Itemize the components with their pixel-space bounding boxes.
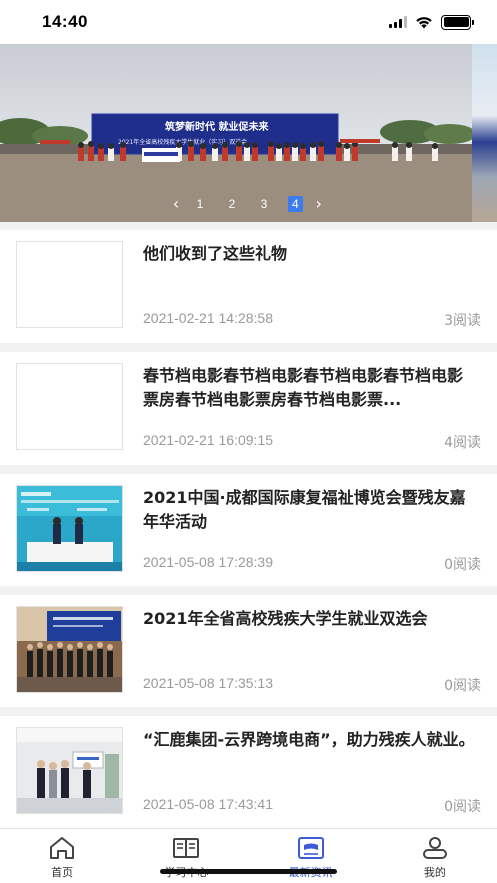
- news-title: 2021中国·成都国际康复福祉博览会暨残友嘉年华活动: [143, 488, 466, 531]
- cellular-signal-icon: [389, 16, 407, 28]
- tab-home[interactable]: 首页: [0, 829, 124, 883]
- news-title: 春节档电影春节档电影春节档电影春节档电影票房春节档电影票房春节档电影票...: [143, 366, 464, 409]
- status-time: 14:40: [42, 12, 88, 31]
- news-date: 2021-05-08 17:43:41: [143, 796, 273, 812]
- news-item[interactable]: 2021年全省高校残疾大学生就业双选会 2021-05-08 17:35:13 …: [0, 595, 497, 707]
- banner-carousel[interactable]: 筑梦新时代 就业促未来 2021年全省高校残疾大学生就业（实习）双选会 ‹ 1 …: [0, 44, 497, 222]
- office-photo: [16, 727, 123, 814]
- home-indicator[interactable]: [160, 869, 337, 874]
- pager-page-1[interactable]: 1: [184, 197, 216, 211]
- banner-slogan-text: 筑梦新时代 就业促未来: [165, 120, 269, 133]
- pager-page-2[interactable]: 2: [216, 197, 248, 211]
- news-item[interactable]: 2021中国·成都国际康复福祉博览会暨残友嘉年华活动 2021-05-08 17…: [0, 474, 497, 586]
- news-list: 他们收到了这些礼物 2021-02-21 14:28:58 3阅读 春节档电影春…: [0, 230, 497, 837]
- news-read-count: 4阅读: [444, 435, 481, 451]
- news-date: 2021-02-21 14:28:58: [143, 310, 273, 326]
- news-date: 2021-02-21 16:09:15: [143, 432, 273, 448]
- news-item[interactable]: 他们收到了这些礼物 2021-02-21 14:28:58 3阅读: [0, 230, 497, 343]
- tab-label: 首页: [51, 866, 74, 879]
- status-icons: [389, 14, 474, 30]
- group-photo: [16, 606, 123, 693]
- app-screen: 14:40 筑梦新时代 就业促未来 2021年全省高校残疾大学生就业（实习）双选…: [0, 0, 497, 883]
- pager-page-4[interactable]: 4: [288, 195, 303, 212]
- news-title: “汇鹿集团-云界跨境电商”，助力残疾人就业。: [143, 730, 475, 749]
- home-icon: [50, 837, 75, 859]
- news-item[interactable]: “汇鹿集团-云界跨境电商”，助力残疾人就业。 2021-05-08 17:43:…: [0, 716, 497, 828]
- news-thumbnail-blank: [16, 363, 123, 450]
- banner-next-slide-peek: [472, 44, 497, 222]
- tab-latest-news[interactable]: 最新资讯: [249, 829, 373, 883]
- battery-icon: [441, 14, 474, 30]
- news-read-count: 0阅读: [444, 799, 481, 815]
- news-read-count: 0阅读: [444, 557, 481, 573]
- news-read-count: 0阅读: [444, 678, 481, 694]
- news-date: 2021-05-08 17:35:13: [143, 675, 273, 691]
- news-title: 2021年全省高校残疾大学生就业双选会: [143, 609, 428, 628]
- chevron-left-icon[interactable]: ‹: [168, 194, 184, 213]
- news-read-count: 3阅读: [444, 313, 481, 329]
- signing-ceremony-photo: [16, 485, 123, 572]
- banner-pager: ‹ 1 2 3 4 ›: [168, 194, 327, 213]
- wifi-icon: [416, 16, 432, 28]
- tab-label: 我的: [423, 866, 446, 879]
- tab-profile[interactable]: 我的: [373, 829, 497, 883]
- status-bar: 14:40: [0, 0, 497, 44]
- pager-page-3[interactable]: 3: [248, 197, 280, 211]
- news-item[interactable]: 春节档电影春节档电影春节档电影春节档电影票房春节档电影票房春节档电影票... 2…: [0, 352, 497, 465]
- book-icon: [173, 838, 200, 858]
- news-title: 他们收到了这些礼物: [143, 244, 288, 263]
- profile-icon: [422, 837, 447, 859]
- news-icon: [297, 837, 324, 859]
- news-date: 2021-05-08 17:28:39: [143, 554, 273, 570]
- tab-study-center[interactable]: 学习中心: [124, 829, 248, 883]
- news-thumbnail-blank: [16, 241, 123, 328]
- chevron-right-icon[interactable]: ›: [311, 194, 327, 213]
- bottom-tab-bar: 首页 学习中心 最新资讯: [0, 828, 497, 883]
